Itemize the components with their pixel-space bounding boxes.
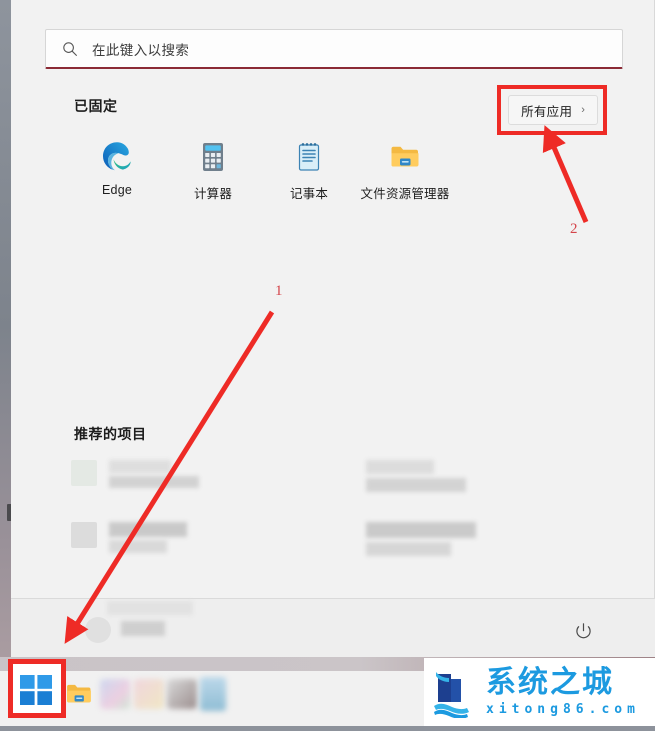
- taskbar-item-redacted[interactable]: [200, 677, 226, 711]
- start-menu-bottom-bar: [11, 598, 655, 658]
- pinned-apps-grid: Edge 计算器 记事本 文件资源管理器: [69, 140, 629, 202]
- recommended-section-title: 推荐的项目: [74, 426, 147, 442]
- item-title-redacted: [109, 522, 187, 537]
- watermark: 系统之城 xitong86.com: [424, 658, 655, 726]
- item-title-redacted: [366, 522, 476, 538]
- item-title-redacted: [366, 460, 434, 474]
- calculator-icon: [196, 140, 230, 174]
- pinned-app-edge[interactable]: Edge: [69, 140, 165, 202]
- recommended-items-grid: [71, 460, 631, 580]
- item-subtitle-redacted: [366, 542, 451, 556]
- watermark-title: 系统之城: [486, 664, 614, 700]
- chevron-right-icon: ›: [581, 103, 585, 116]
- item-subtitle-redacted: [109, 476, 199, 488]
- search-row: 在此键入以搜索: [45, 29, 623, 69]
- avatar[interactable]: [85, 617, 111, 643]
- account-hover-redacted: [107, 601, 193, 615]
- taskbar-item-file-explorer[interactable]: [64, 679, 94, 714]
- item-subtitle-redacted: [366, 478, 466, 492]
- watermark-text-group: 系统之城 xitong86.com: [486, 664, 640, 717]
- taskbar-item-redacted[interactable]: [167, 679, 197, 709]
- all-apps-button[interactable]: 所有应用 ›: [508, 95, 598, 125]
- item-subtitle-redacted: [109, 540, 167, 553]
- pinned-header-row: 已固定 所有应用 ›: [11, 85, 655, 136]
- power-button[interactable]: [569, 620, 597, 648]
- pinned-app-label: 计算器: [193, 187, 233, 201]
- item-thumbnail: [71, 522, 97, 548]
- edge-icon: [100, 140, 134, 174]
- start-menu-panel: 在此键入以搜索 已固定 所有应用 › Edge 计算器 记事本 文件资源管理器 …: [11, 0, 655, 658]
- pinned-app-notepad[interactable]: 记事本: [261, 140, 357, 202]
- pinned-app-label: 文件资源管理器: [360, 187, 450, 201]
- item-title-redacted: [109, 460, 171, 473]
- search-icon: [62, 41, 78, 57]
- item-thumbnail: [71, 460, 97, 486]
- pinned-app-calculator[interactable]: 计算器: [165, 140, 261, 202]
- search-input[interactable]: 在此键入以搜索: [45, 29, 623, 69]
- taskbar-item-redacted[interactable]: [134, 679, 164, 709]
- pinned-app-label: Edge: [102, 183, 132, 197]
- all-apps-label: 所有应用: [521, 104, 573, 119]
- notepad-icon: [292, 140, 326, 174]
- pinned-app-label: 记事本: [289, 187, 329, 201]
- watermark-logo-icon: [430, 666, 482, 719]
- search-placeholder-text: 在此键入以搜索: [92, 42, 190, 58]
- power-icon: [574, 622, 593, 646]
- watermark-subtitle: xitong86.com: [486, 701, 640, 717]
- pinned-section-title: 已固定: [74, 98, 118, 114]
- account-name-redacted: [121, 621, 165, 636]
- taskbar-start-button[interactable]: [20, 675, 52, 705]
- pinned-app-file-explorer[interactable]: 文件资源管理器: [357, 140, 453, 202]
- taskbar-item-redacted[interactable]: [100, 679, 130, 709]
- file-explorer-icon: [388, 140, 422, 174]
